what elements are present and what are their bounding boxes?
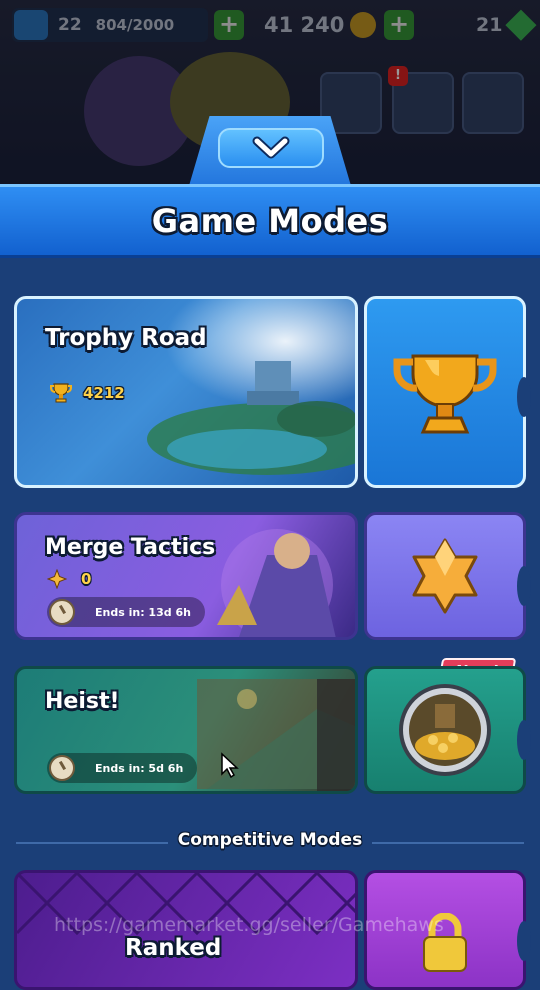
trophy-icon xyxy=(393,354,497,434)
gold-counter: 41 240 xyxy=(264,8,394,42)
notification-badge: ! xyxy=(388,66,408,86)
gem-icon xyxy=(505,9,537,41)
page-title: Game Modes xyxy=(151,202,389,240)
heist-banner[interactable]: Heist! Ends in: 5d 6h xyxy=(14,666,358,794)
watermark: https://gamemarket.gg/seller/Gamehaws xyxy=(54,914,444,936)
merge-tactics-title: Merge Tactics xyxy=(45,535,216,560)
gold-amount: 41 240 xyxy=(264,13,345,37)
treasure-vault-icon xyxy=(399,684,491,776)
trophy-value: 4212 xyxy=(83,384,125,402)
timer-text: Ends in: 5d 6h xyxy=(95,761,184,775)
ranked-title: Ranked xyxy=(125,935,222,961)
star-value: 0 xyxy=(81,570,92,588)
trophy-road-title: Trophy Road xyxy=(45,325,207,351)
clock-icon xyxy=(49,599,75,625)
trophy-road-button[interactable] xyxy=(364,296,531,488)
add-gold-button: + xyxy=(384,10,414,40)
heist-title: Heist! xyxy=(45,689,120,714)
trophy-road-card[interactable]: Trophy Road 4212 xyxy=(14,296,531,488)
level-shield-icon xyxy=(14,10,48,40)
timer-text: Ends in: 13d 6h xyxy=(95,605,191,619)
gold-coin-icon xyxy=(350,12,377,38)
xp-progress: 804/2000 xyxy=(95,16,175,34)
heist-card[interactable]: Heist! Ends in: 5d 6h xyxy=(14,666,531,794)
trophy-count: 4212 xyxy=(49,381,125,405)
chevron-down-icon xyxy=(252,136,290,159)
merge-tactics-button[interactable] xyxy=(364,512,531,640)
competitive-modes-label: Competitive Modes xyxy=(0,830,540,850)
star-icon xyxy=(412,538,478,614)
clock-icon xyxy=(49,755,75,781)
heist-timer: Ends in: 5d 6h xyxy=(47,753,198,783)
add-xp-button: + xyxy=(214,10,244,40)
level-number: 22 xyxy=(58,15,82,35)
trophy-icon xyxy=(50,383,72,403)
collapse-button[interactable] xyxy=(218,128,324,168)
competitive-modes-text: Competitive Modes xyxy=(167,830,373,850)
star-icon xyxy=(47,569,67,589)
trophy-road-banner[interactable]: Trophy Road 4212 xyxy=(14,296,358,488)
xp-bar: 22 804/2000 xyxy=(12,8,208,42)
merge-tactics-banner[interactable]: Merge Tactics 0 Ends in: 13d 6h xyxy=(14,512,358,640)
menu-button xyxy=(462,72,524,134)
gem-amount: 21 xyxy=(476,14,503,36)
merge-tactics-card[interactable]: Merge Tactics 0 Ends in: 13d 6h xyxy=(14,512,531,640)
mouse-cursor-icon xyxy=(221,752,239,778)
merge-tactics-timer: Ends in: 13d 6h xyxy=(47,597,205,627)
game-modes-header: Game Modes xyxy=(0,184,540,258)
star-count: 0 xyxy=(47,569,91,589)
heist-button[interactable] xyxy=(364,666,531,794)
gem-counter: 21 xyxy=(476,8,537,42)
